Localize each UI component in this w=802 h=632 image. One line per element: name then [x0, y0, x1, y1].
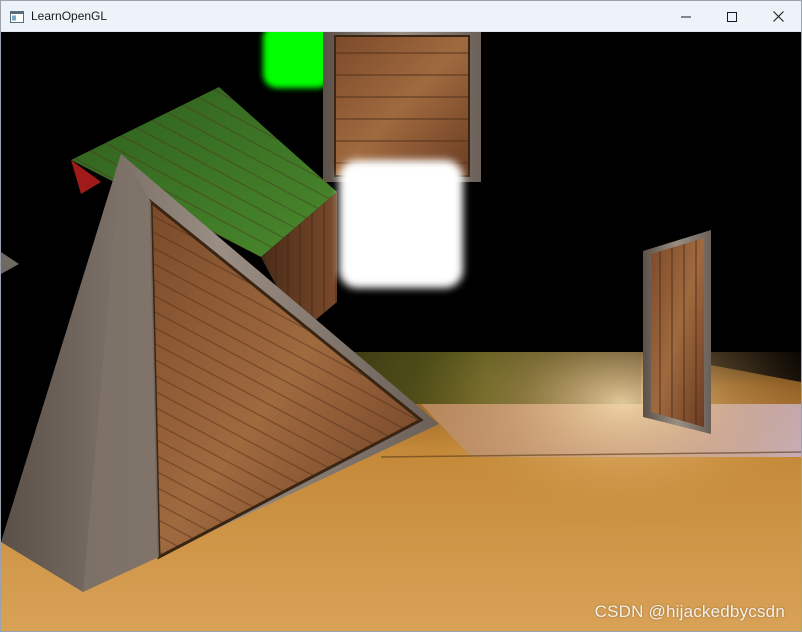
window-title: LearnOpenGL [31, 9, 108, 23]
close-button[interactable] [755, 1, 801, 32]
crate-right [643, 230, 711, 434]
maximize-icon [727, 11, 737, 22]
app-window: LearnOpenGL CSDN @hijackedbycsdn [0, 0, 802, 632]
close-icon [772, 11, 784, 22]
green-light-cube [263, 32, 331, 88]
title-bar[interactable]: LearnOpenGL [1, 1, 801, 32]
window-app-icon [10, 10, 24, 23]
caption-buttons [663, 1, 801, 32]
watermark-text: CSDN @hijackedbycsdn [594, 602, 785, 621]
minimize-button[interactable] [663, 1, 709, 32]
crate-edge-left [1, 252, 19, 274]
crate-top-center [323, 32, 481, 182]
white-light-cube [339, 160, 463, 288]
minimize-icon [681, 12, 691, 22]
opengl-viewport[interactable]: CSDN @hijackedbycsdn [1, 32, 801, 631]
maximize-button[interactable] [709, 1, 755, 32]
rendered-scene [1, 32, 801, 631]
